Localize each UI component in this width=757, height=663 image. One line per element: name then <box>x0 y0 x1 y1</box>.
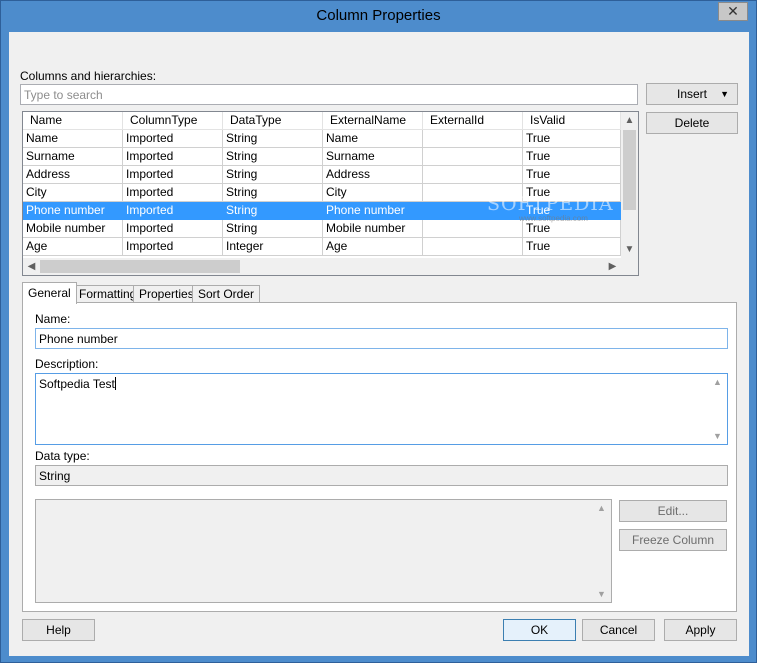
grid-rows: Name ColumnType DataType ExternalName Extern… <box>23 112 621 256</box>
table-cell: Name <box>23 130 123 148</box>
tab-formatting[interactable]: Formatting <box>73 285 143 303</box>
datatype-field: String <box>35 465 728 486</box>
column-header[interactable]: ExternalName <box>323 112 423 130</box>
table-cell: Imported <box>123 220 223 238</box>
ok-button[interactable]: OK <box>503 619 576 641</box>
tab-sort-order[interactable]: Sort Order <box>192 285 261 303</box>
table-cell: Surname <box>23 148 123 166</box>
tab-general[interactable]: General <box>22 282 77 304</box>
scroll-down-icon[interactable]: ▼ <box>597 589 606 599</box>
text-caret <box>114 377 116 390</box>
vertical-scroll-thumb[interactable] <box>623 130 636 210</box>
table-row[interactable]: Surname Imported String Surname True <box>23 148 621 166</box>
table-cell: String <box>223 148 323 166</box>
columns-label: Columns and hierarchies: <box>20 69 157 83</box>
scroll-up-icon[interactable]: ▲ <box>597 503 606 513</box>
table-cell: Address <box>323 166 423 184</box>
general-tab-panel: Name: Phone number Description: Softpedi… <box>22 302 737 612</box>
table-cell: Integer <box>223 238 323 256</box>
table-cell: Surname <box>323 148 423 166</box>
table-cell <box>423 238 523 256</box>
grid-vertical-scrollbar[interactable]: ▲ ▼ <box>621 112 638 258</box>
table-cell: String <box>223 166 323 184</box>
table-cell: Imported <box>123 130 223 148</box>
table-cell: Imported <box>123 148 223 166</box>
datatype-label: Data type: <box>35 449 90 463</box>
table-cell: String <box>223 184 323 202</box>
table-row[interactable]: Address Imported String Address True <box>23 166 621 184</box>
table-row[interactable]: Age Imported Integer Age True <box>23 238 621 256</box>
scroll-up-icon[interactable]: ▲ <box>713 377 722 387</box>
table-cell: Name <box>323 130 423 148</box>
insert-button[interactable]: Insert ▼ <box>646 83 738 105</box>
watermark-logo: SOFTPEDIA <box>487 193 614 215</box>
title-bar[interactable]: Column Properties ✕ <box>1 1 756 32</box>
watermark-url: www.softpedia.com <box>519 214 588 223</box>
dialog-body: Columns and hierarchies: Type to search … <box>9 32 749 656</box>
details-box[interactable]: ▲ ▼ <box>35 499 612 603</box>
window-title: Column Properties <box>316 7 441 24</box>
table-cell: True <box>523 166 621 184</box>
scroll-corner <box>621 258 638 275</box>
delete-button[interactable]: Delete <box>646 112 738 134</box>
table-cell: String <box>223 220 323 238</box>
table-row[interactable]: Name Imported String Name True <box>23 130 621 148</box>
table-cell: City <box>23 184 123 202</box>
column-header[interactable]: ExternalId <box>423 112 523 130</box>
column-header[interactable]: Name <box>23 112 123 130</box>
scroll-up-icon[interactable]: ▲ <box>621 112 638 129</box>
cancel-button[interactable]: Cancel <box>582 619 655 641</box>
column-header[interactable]: DataType <box>223 112 323 130</box>
table-cell: City <box>323 184 423 202</box>
scroll-left-icon[interactable]: ◀ <box>23 258 40 275</box>
insert-button-label: Insert <box>676 87 707 101</box>
table-cell: True <box>523 238 621 256</box>
description-textarea[interactable]: Softpedia Test ▲ ▼ <box>35 373 728 445</box>
table-cell: Mobile number <box>23 220 123 238</box>
column-header[interactable]: ColumnType <box>123 112 223 130</box>
table-cell <box>423 130 523 148</box>
name-field[interactable]: Phone number <box>35 328 728 349</box>
name-label: Name: <box>35 312 71 326</box>
close-icon[interactable]: ✕ <box>718 2 748 21</box>
edit-button[interactable]: Edit... <box>619 500 727 522</box>
table-cell <box>423 166 523 184</box>
scroll-down-icon[interactable]: ▼ <box>713 431 722 441</box>
table-cell: String <box>223 130 323 148</box>
table-cell: Phone number <box>23 202 123 220</box>
table-cell: True <box>523 148 621 166</box>
horizontal-scroll-thumb[interactable] <box>40 260 240 273</box>
grid-horizontal-scrollbar[interactable]: ◀ ▶ <box>23 258 621 275</box>
table-cell: Mobile number <box>323 220 423 238</box>
table-cell: Age <box>23 238 123 256</box>
scroll-down-icon[interactable]: ▼ <box>621 241 638 258</box>
scroll-right-icon[interactable]: ▶ <box>604 258 621 275</box>
help-button[interactable]: Help <box>22 619 95 641</box>
column-properties-window: Column Properties ✕ Columns and hierarch… <box>0 0 757 663</box>
table-cell: Phone number <box>323 202 423 220</box>
table-header-row[interactable]: Name ColumnType DataType ExternalName Extern… <box>23 112 621 130</box>
details-scrollbar[interactable]: ▲ ▼ <box>594 501 610 601</box>
description-label: Description: <box>35 357 99 371</box>
table-cell <box>423 220 523 238</box>
chevron-down-icon[interactable]: ▼ <box>720 84 729 104</box>
table-cell: True <box>523 130 621 148</box>
table-cell: Age <box>323 238 423 256</box>
table-cell: Imported <box>123 184 223 202</box>
description-text: Softpedia Test <box>39 377 115 391</box>
description-scrollbar[interactable]: ▲ ▼ <box>710 375 726 443</box>
table-cell: Imported <box>123 238 223 256</box>
table-cell: Address <box>23 166 123 184</box>
search-input[interactable]: Type to search <box>20 84 638 105</box>
table-cell <box>423 148 523 166</box>
tab-properties[interactable]: Properties <box>133 285 200 303</box>
apply-button[interactable]: Apply <box>664 619 737 641</box>
column-header[interactable]: IsValid <box>523 112 621 130</box>
table-cell: Imported <box>123 166 223 184</box>
table-cell: Imported <box>123 202 223 220</box>
table-cell: String <box>223 202 323 220</box>
freeze-column-button[interactable]: Freeze Column <box>619 529 727 551</box>
